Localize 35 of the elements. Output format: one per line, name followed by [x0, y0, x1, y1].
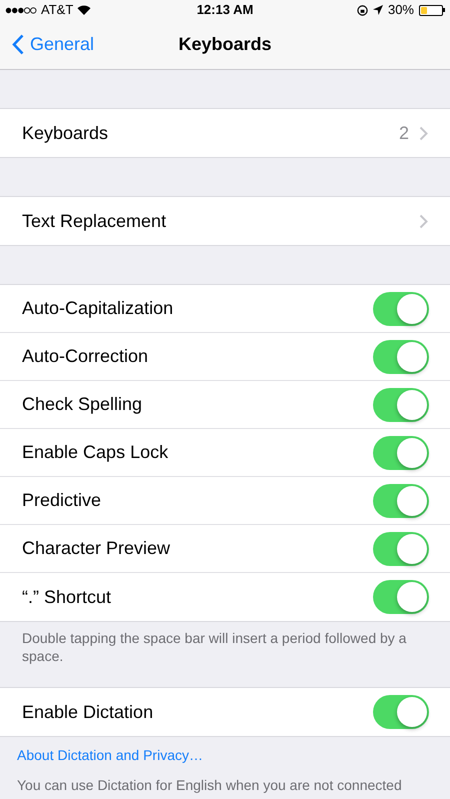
row-label: Character Preview — [22, 537, 170, 560]
battery-percent: 30% — [388, 1, 414, 20]
row-label: Auto-Capitalization — [22, 297, 174, 320]
chevron-icon[interactable] — [419, 214, 428, 228]
back-link[interactable]: General — [0, 31, 94, 58]
wifi-icon — [77, 5, 92, 15]
carrier-label: AT&T — [41, 1, 74, 20]
rotation-lock-icon — [356, 4, 368, 16]
footer-text: You can use Dictation for English when you are not connected — [16, 776, 403, 794]
toggle-switch[interactable] — [373, 695, 429, 729]
location-icon — [372, 5, 383, 15]
row-label: Text Replacement — [22, 210, 166, 233]
chevron-icon[interactable] — [419, 126, 428, 140]
row-label: Auto-Correction — [22, 345, 148, 368]
row-label: Keyboards — [22, 122, 108, 145]
clock: 12:13 AM — [196, 1, 254, 20]
signal-icon — [5, 6, 37, 14]
back-chevron-icon — [12, 34, 24, 55]
toggle-switch[interactable] — [373, 580, 429, 614]
toggle-switch[interactable] — [373, 532, 429, 566]
toggle-switch[interactable] — [373, 388, 429, 422]
toggle-switch[interactable] — [373, 340, 429, 374]
row-label: Enable Caps Lock — [22, 441, 168, 464]
row-label: Predictive — [22, 489, 102, 512]
row-value: 2 — [398, 122, 409, 144]
row-label: Enable Dictation — [22, 700, 154, 724]
row-label: “.” Shortcut — [22, 586, 112, 608]
footer-text: Double tapping the space bar will insert a period followed by a space. — [21, 629, 408, 665]
toggle-switch[interactable] — [373, 292, 429, 326]
privacy-link[interactable]: About Dictation and Privacy… — [0, 737, 220, 766]
toggle-switch[interactable] — [373, 436, 429, 470]
screen-title: Keyboards — [178, 33, 272, 56]
battery-icon — [419, 4, 445, 16]
toggle-switch[interactable] — [373, 484, 429, 518]
row-label: Check Spelling — [22, 393, 142, 416]
